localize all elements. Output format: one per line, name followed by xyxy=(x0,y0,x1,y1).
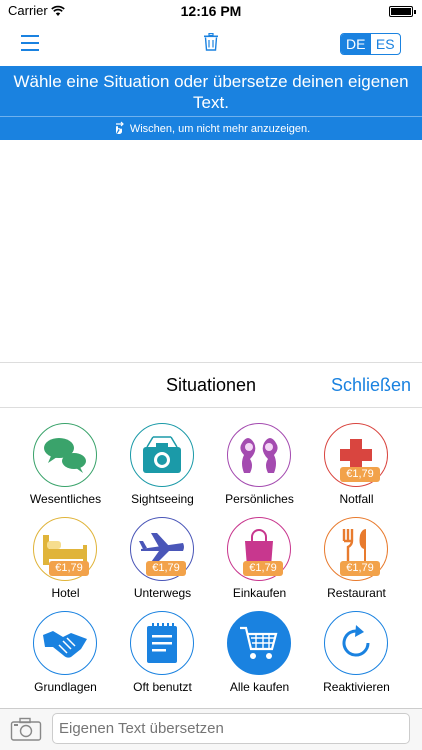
price-badge: €1,79 xyxy=(340,561,380,576)
battery-icon xyxy=(389,6,416,17)
tile-label: Persönliches xyxy=(225,492,294,506)
refresh-icon xyxy=(324,611,388,675)
banner-message: Wähle eine Situation oder übersetze dein… xyxy=(13,72,409,112)
tile-label: Notfall xyxy=(339,492,374,506)
language-switch[interactable]: DE ES xyxy=(340,33,401,55)
tile-label: Oft benutzt xyxy=(133,680,192,694)
shopping-cart-icon xyxy=(227,611,291,675)
tile-notfall[interactable]: €1,79 Notfall xyxy=(308,423,405,513)
close-button[interactable]: Schließen xyxy=(331,375,411,396)
situations-panel: Situationen Schließen Wesentliches Sight… xyxy=(0,362,422,708)
tile-alle-kaufen[interactable]: Alle kaufen xyxy=(211,611,308,701)
tile-einkaufen[interactable]: €1,79 Einkaufen xyxy=(211,517,308,607)
tile-restaurant[interactable]: €1,79 Restaurant xyxy=(308,517,405,607)
tile-wesentliches[interactable]: Wesentliches xyxy=(17,423,114,513)
tile-reaktivieren[interactable]: Reaktivieren xyxy=(308,611,405,701)
swipe-hand-icon xyxy=(112,121,130,135)
lang-from-button[interactable]: DE xyxy=(341,34,371,54)
price-badge: €1,79 xyxy=(49,561,89,576)
tile-label: Unterwegs xyxy=(133,586,192,600)
panel-divider xyxy=(0,407,422,408)
tile-label: Restaurant xyxy=(327,586,386,600)
tile-unterwegs[interactable]: €1,79 Unterwegs xyxy=(114,517,211,607)
tile-persoenliches[interactable]: Persönliches xyxy=(211,423,308,513)
trash-icon[interactable] xyxy=(203,32,219,56)
tile-label: Sightseeing xyxy=(131,492,194,506)
handshake-icon xyxy=(33,611,97,675)
banner-hint: Wischen, um nicht mehr anzuzeigen. xyxy=(0,121,422,135)
tile-label: Alle kaufen xyxy=(229,680,290,694)
translate-text-input[interactable] xyxy=(52,713,410,744)
camera-icon xyxy=(130,423,194,487)
price-badge: €1,79 xyxy=(340,467,380,482)
tile-sightseeing[interactable]: Sightseeing xyxy=(114,423,211,513)
tile-hotel[interactable]: €1,79 Hotel xyxy=(17,517,114,607)
clock: 12:16 PM xyxy=(180,3,242,19)
tile-label: Reaktivieren xyxy=(323,680,390,694)
people-icon xyxy=(227,423,291,487)
banner-divider xyxy=(0,116,422,117)
tile-label: Grundlagen xyxy=(34,680,97,694)
nav-bar: DE ES xyxy=(0,22,422,66)
price-badge: €1,79 xyxy=(146,561,186,576)
chat-bubbles-icon xyxy=(33,423,97,487)
input-bar xyxy=(0,708,422,750)
tile-label: Einkaufen xyxy=(232,586,287,600)
tile-label: Hotel xyxy=(51,586,80,600)
info-banner[interactable]: Wähle eine Situation oder übersetze dein… xyxy=(0,66,422,140)
menu-icon[interactable] xyxy=(21,35,39,51)
notepad-icon xyxy=(130,611,194,675)
banner-hint-text: Wischen, um nicht mehr anzuzeigen. xyxy=(129,123,311,135)
tile-label: Wesentliches xyxy=(29,492,102,506)
price-badge: €1,79 xyxy=(243,561,283,576)
camera-icon[interactable] xyxy=(10,717,42,746)
status-bar: Carrier 12:16 PM xyxy=(0,0,422,22)
tile-grundlagen[interactable]: Grundlagen xyxy=(17,611,114,701)
lang-to-button[interactable]: ES xyxy=(371,34,401,54)
tile-oft-benutzt[interactable]: Oft benutzt xyxy=(114,611,211,701)
